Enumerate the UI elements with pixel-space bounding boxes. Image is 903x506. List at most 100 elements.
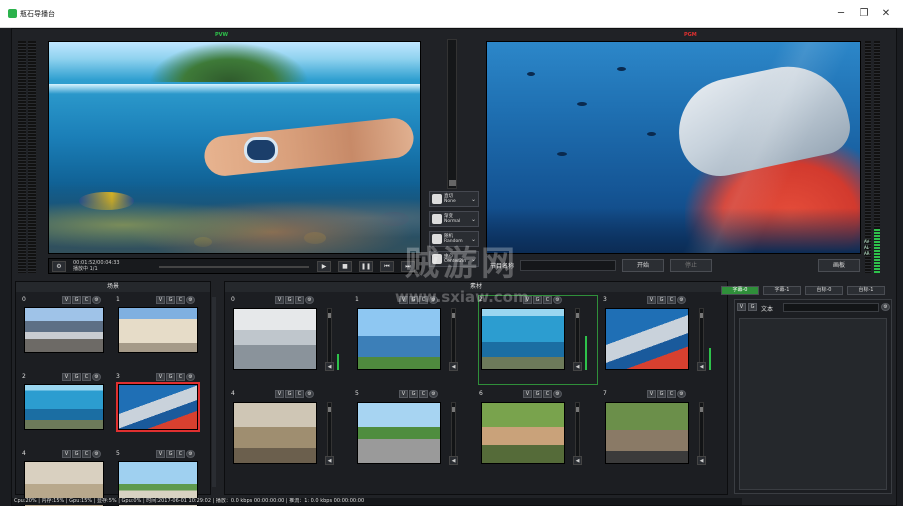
pause-button[interactable]: ❚❚ [359, 261, 373, 272]
material-cell[interactable]: 3 V G C ⚙ ◀ [603, 296, 721, 384]
clip-settings-button[interactable]: ⚙ [52, 261, 66, 272]
material-volume-slider[interactable] [699, 308, 704, 370]
scene-g-toggle[interactable]: G [166, 296, 175, 304]
material-cell[interactable]: 0 V G C ⚙ ◀ [231, 296, 349, 384]
material-cell[interactable]: 2 V G C ⚙ ◀ [478, 295, 598, 385]
material-v-toggle[interactable]: V [647, 296, 656, 304]
material-volume-slider[interactable] [575, 308, 580, 370]
scene-thumbnail[interactable] [24, 384, 104, 430]
material-v-toggle[interactable]: V [275, 390, 284, 398]
scene-c-toggle[interactable]: C [176, 296, 185, 304]
material-volume-slider[interactable] [451, 308, 456, 370]
scene-thumbnail[interactable] [24, 307, 104, 353]
gear-icon[interactable]: ⚙ [92, 373, 101, 381]
canvas-button[interactable]: 画板 [818, 259, 860, 272]
close-button[interactable]: ✕ [878, 7, 894, 21]
scenes-scrollbar[interactable] [212, 297, 216, 487]
gear-icon[interactable]: ⚙ [186, 296, 195, 304]
material-cell[interactable]: 1 V G C ⚙ ◀ [355, 296, 473, 384]
gear-icon[interactable]: ⚙ [186, 450, 195, 458]
material-thumbnail[interactable] [357, 308, 441, 370]
minimize-button[interactable]: ─ [833, 7, 849, 21]
material-cell[interactable]: 4 V G C ⚙ ◀ [231, 390, 349, 478]
scene-v-toggle[interactable]: V [62, 450, 71, 458]
gear-icon[interactable]: ⚙ [92, 296, 101, 304]
scene-c-toggle[interactable]: C [82, 296, 91, 304]
material-thumbnail[interactable] [357, 402, 441, 464]
material-thumbnail[interactable] [481, 308, 565, 370]
material-volume-slider[interactable] [327, 308, 332, 370]
material-cell[interactable]: 6 V G C ⚙ ◀ [479, 390, 597, 478]
material-c-toggle[interactable]: C [295, 296, 304, 304]
speaker-icon[interactable]: ◀ [573, 362, 582, 371]
scene-cell[interactable]: 2 V G C ⚙ [22, 373, 106, 447]
material-thumbnail[interactable] [233, 402, 317, 464]
previous-button[interactable]: ⏮ [380, 261, 394, 272]
material-c-toggle[interactable]: C [667, 390, 676, 398]
t-bar-slider[interactable] [447, 39, 457, 189]
gear-icon[interactable]: ⚙ [881, 303, 890, 311]
material-g-toggle[interactable]: G [657, 390, 666, 398]
gear-icon[interactable]: ⚙ [305, 390, 314, 398]
scene-cell[interactable]: 0 V G C ⚙ [22, 296, 106, 370]
tab-logo-1[interactable]: 台标-1 [847, 286, 885, 295]
material-thumbnail[interactable] [481, 402, 565, 464]
scene-g-toggle[interactable]: G [166, 450, 175, 458]
scene-g-toggle[interactable]: G [72, 296, 81, 304]
speaker-icon[interactable]: ◀ [325, 456, 334, 465]
scene-c-toggle[interactable]: C [82, 373, 91, 381]
material-volume-slider[interactable] [575, 402, 580, 464]
scene-v-toggle[interactable]: V [62, 373, 71, 381]
speaker-icon[interactable]: ◀ [697, 456, 706, 465]
gear-icon[interactable]: ⚙ [429, 390, 438, 398]
material-g-toggle[interactable]: G [285, 390, 294, 398]
gear-icon[interactable]: ⚙ [553, 296, 562, 304]
scene-thumbnail[interactable] [118, 307, 198, 353]
material-c-toggle[interactable]: C [543, 390, 552, 398]
transition-fade[interactable]: 渐变 Normal ⌄ [429, 211, 479, 227]
material-volume-slider[interactable] [451, 402, 456, 464]
scene-v-toggle[interactable]: V [156, 296, 165, 304]
speaker-icon[interactable]: ◀ [697, 362, 706, 371]
material-g-toggle[interactable]: G [657, 296, 666, 304]
material-g-toggle[interactable]: G [285, 296, 294, 304]
stop-button[interactable]: ■ [338, 261, 352, 272]
program-name-input[interactable] [520, 260, 616, 271]
visible-toggle[interactable]: V [737, 303, 746, 311]
scene-cell[interactable]: 1 V G C ⚙ [116, 296, 200, 370]
group-toggle[interactable]: G [748, 303, 757, 311]
material-g-toggle[interactable]: G [409, 390, 418, 398]
scene-c-toggle[interactable]: C [176, 373, 185, 381]
scene-cell[interactable]: 3 V G C ⚙ [116, 373, 200, 447]
material-thumbnail[interactable] [605, 308, 689, 370]
seek-bar[interactable] [159, 266, 309, 268]
gear-icon[interactable]: ⚙ [186, 373, 195, 381]
material-v-toggle[interactable]: V [275, 296, 284, 304]
scene-thumbnail[interactable] [116, 382, 200, 432]
scene-v-toggle[interactable]: V [156, 450, 165, 458]
material-v-toggle[interactable]: V [523, 390, 532, 398]
scene-c-toggle[interactable]: C [176, 450, 185, 458]
gear-icon[interactable]: ⚙ [92, 450, 101, 458]
speaker-icon[interactable]: ◀ [449, 456, 458, 465]
gear-icon[interactable]: ⚙ [305, 296, 314, 304]
material-volume-slider[interactable] [327, 402, 332, 464]
scene-g-toggle[interactable]: G [72, 450, 81, 458]
scene-g-toggle[interactable]: G [166, 373, 175, 381]
material-thumbnail[interactable] [605, 402, 689, 464]
material-volume-slider[interactable] [699, 402, 704, 464]
gear-icon[interactable]: ⚙ [677, 390, 686, 398]
subtitle-text-input[interactable] [783, 303, 879, 312]
material-v-toggle[interactable]: V [399, 390, 408, 398]
start-button[interactable]: 开始 [622, 259, 664, 272]
speaker-icon[interactable]: ◀ [573, 456, 582, 465]
material-thumbnail[interactable] [233, 308, 317, 370]
tab-logo-0[interactable]: 台标-0 [805, 286, 843, 295]
scene-v-toggle[interactable]: V [62, 296, 71, 304]
material-g-toggle[interactable]: G [533, 296, 542, 304]
gear-icon[interactable]: ⚙ [677, 296, 686, 304]
speaker-icon[interactable]: ◀ [325, 362, 334, 371]
material-c-toggle[interactable]: C [419, 390, 428, 398]
scene-c-toggle[interactable]: C [82, 450, 91, 458]
transition-cut[interactable]: 直切 None ⌄ [429, 191, 479, 207]
